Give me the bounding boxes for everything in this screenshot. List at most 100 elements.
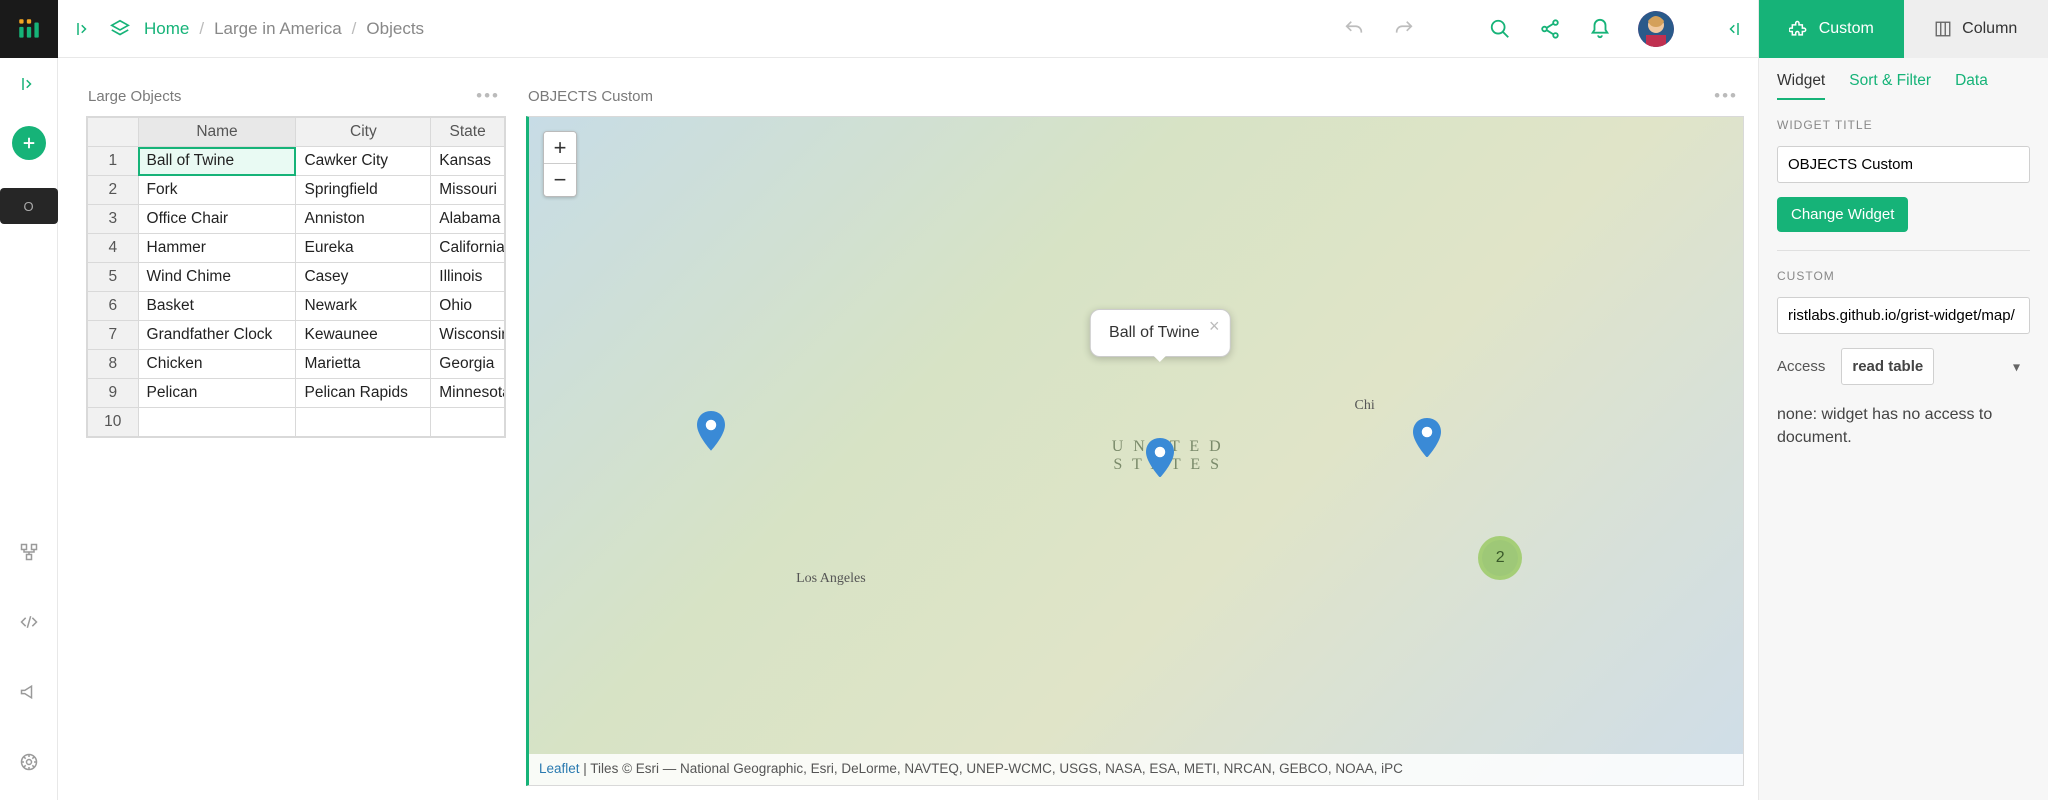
cell-city[interactable]: Cawker City xyxy=(296,147,431,176)
column-header-name[interactable]: Name xyxy=(138,118,296,147)
table-row[interactable]: 9PelicanPelican RapidsMinnesota xyxy=(88,379,505,408)
cell-state[interactable]: Ohio xyxy=(431,292,505,321)
map-marker[interactable] xyxy=(697,411,725,451)
row-number: 1 xyxy=(88,147,139,176)
cell-name[interactable]: Basket xyxy=(138,292,296,321)
notifications-icon[interactable] xyxy=(1588,17,1612,41)
row-number: 9 xyxy=(88,379,139,408)
cell-name[interactable]: Office Chair xyxy=(138,205,296,234)
collapse-right-icon[interactable] xyxy=(1720,17,1744,41)
raw-data-icon[interactable] xyxy=(9,532,49,572)
page-tab-objects[interactable]: O xyxy=(0,188,58,224)
cell-name[interactable]: Fork xyxy=(138,176,296,205)
cell-name[interactable]: Ball of Twine xyxy=(138,147,296,176)
cell-name[interactable]: Pelican xyxy=(138,379,296,408)
cell-state[interactable]: Georgia xyxy=(431,350,505,379)
table-panel-menu-icon[interactable]: ••• xyxy=(476,86,500,106)
table-row[interactable]: 10 xyxy=(88,408,505,437)
cell-city[interactable]: Casey xyxy=(296,263,431,292)
breadcrumb-page[interactable]: Objects xyxy=(366,19,424,39)
cell-name[interactable]: Hammer xyxy=(138,234,296,263)
collapse-left-icon[interactable] xyxy=(72,17,96,41)
custom-url-input[interactable] xyxy=(1777,297,2030,334)
cell-name[interactable]: Wind Chime xyxy=(138,263,296,292)
help-icon[interactable] xyxy=(9,742,49,782)
map-panel-menu-icon[interactable]: ••• xyxy=(1714,86,1738,106)
cell-state[interactable]: Wisconsin xyxy=(431,321,505,350)
map-attribution: Leaflet | Tiles © Esri — National Geogra… xyxy=(529,754,1743,785)
map-label-la: Los Angeles xyxy=(796,571,866,587)
top-bar: Home / Large in America / Objects xyxy=(58,0,1758,58)
cell-city[interactable]: Newark xyxy=(296,292,431,321)
cell-state[interactable] xyxy=(431,408,505,437)
cell-state[interactable]: Illinois xyxy=(431,263,505,292)
popup-close-icon[interactable]: × xyxy=(1209,316,1220,337)
cell-city[interactable]: Pelican Rapids xyxy=(296,379,431,408)
cell-name[interactable]: Grandfather Clock xyxy=(138,321,296,350)
column-header-city[interactable]: City xyxy=(296,118,431,147)
cell-city[interactable]: Kewaunee xyxy=(296,321,431,350)
table-row[interactable]: 6BasketNewarkOhio xyxy=(88,292,505,321)
cell-state[interactable]: California xyxy=(431,234,505,263)
data-grid[interactable]: Name City State 1Ball of TwineCawker Cit… xyxy=(86,116,506,438)
row-number: 5 xyxy=(88,263,139,292)
app-logo[interactable] xyxy=(0,0,58,58)
page-initial: O xyxy=(23,199,33,214)
map-widget[interactable]: U N I T E DS T A T E S Los Angeles Chi +… xyxy=(526,116,1744,786)
map-marker[interactable] xyxy=(1146,438,1174,478)
table-row[interactable]: 2ForkSpringfieldMissouri xyxy=(88,176,505,205)
announce-icon[interactable] xyxy=(9,672,49,712)
tab-custom[interactable]: Custom xyxy=(1759,0,1904,58)
cell-city[interactable]: Marietta xyxy=(296,350,431,379)
cell-city[interactable]: Springfield xyxy=(296,176,431,205)
subtab-data[interactable]: Data xyxy=(1955,72,1988,100)
cell-name[interactable]: Chicken xyxy=(138,350,296,379)
zoom-out-button[interactable]: − xyxy=(544,164,576,196)
table-row[interactable]: 4HammerEurekaCalifornia xyxy=(88,234,505,263)
zoom-in-button[interactable]: + xyxy=(544,132,576,164)
right-panel: Custom Column Widget Sort & Filter Data … xyxy=(1758,0,2048,800)
pages-icon[interactable] xyxy=(108,17,132,41)
table-row[interactable]: 7Grandfather ClockKewauneeWisconsin xyxy=(88,321,505,350)
leaflet-link[interactable]: Leaflet xyxy=(539,761,580,776)
redo-icon[interactable] xyxy=(1392,17,1416,41)
code-view-icon[interactable] xyxy=(9,602,49,642)
table-row[interactable]: 5Wind ChimeCaseyIllinois xyxy=(88,263,505,292)
row-number: 3 xyxy=(88,205,139,234)
cell-city[interactable] xyxy=(296,408,431,437)
breadcrumb-home[interactable]: Home xyxy=(144,19,189,39)
undo-icon[interactable] xyxy=(1342,17,1366,41)
cell-city[interactable]: Eureka xyxy=(296,234,431,263)
tab-column[interactable]: Column xyxy=(1904,0,2048,58)
add-new-button[interactable] xyxy=(12,126,46,160)
cell-name[interactable] xyxy=(138,408,296,437)
share-icon[interactable] xyxy=(1538,17,1562,41)
change-widget-button[interactable]: Change Widget xyxy=(1777,197,1908,232)
table-panel-title: Large Objects xyxy=(88,88,181,105)
cell-state[interactable]: Missouri xyxy=(431,176,505,205)
cell-state[interactable]: Kansas xyxy=(431,147,505,176)
access-select[interactable]: read table xyxy=(1841,348,1934,385)
cell-state[interactable]: Minnesota xyxy=(431,379,505,408)
table-row[interactable]: 8ChickenMariettaGeorgia xyxy=(88,350,505,379)
left-sidebar: O xyxy=(0,0,58,800)
expand-left-panel-icon[interactable] xyxy=(17,72,41,96)
breadcrumb-doc[interactable]: Large in America xyxy=(214,19,342,39)
avatar[interactable] xyxy=(1638,11,1674,47)
search-icon[interactable] xyxy=(1488,17,1512,41)
row-number: 2 xyxy=(88,176,139,205)
map-marker[interactable] xyxy=(1413,418,1441,458)
map-cluster[interactable]: 2 xyxy=(1478,536,1522,580)
puzzle-icon xyxy=(1789,19,1809,39)
row-number: 6 xyxy=(88,292,139,321)
widget-title-input[interactable] xyxy=(1777,146,2030,183)
subtab-widget[interactable]: Widget xyxy=(1777,72,1825,100)
cell-state[interactable]: Alabama xyxy=(431,205,505,234)
cell-city[interactable]: Anniston xyxy=(296,205,431,234)
column-header-state[interactable]: State xyxy=(431,118,505,147)
subtab-sort-filter[interactable]: Sort & Filter xyxy=(1849,72,1931,100)
row-number: 7 xyxy=(88,321,139,350)
table-row[interactable]: 1Ball of TwineCawker CityKansas xyxy=(88,147,505,176)
map-zoom-controls: + − xyxy=(543,131,577,197)
table-row[interactable]: 3Office ChairAnnistonAlabama xyxy=(88,205,505,234)
